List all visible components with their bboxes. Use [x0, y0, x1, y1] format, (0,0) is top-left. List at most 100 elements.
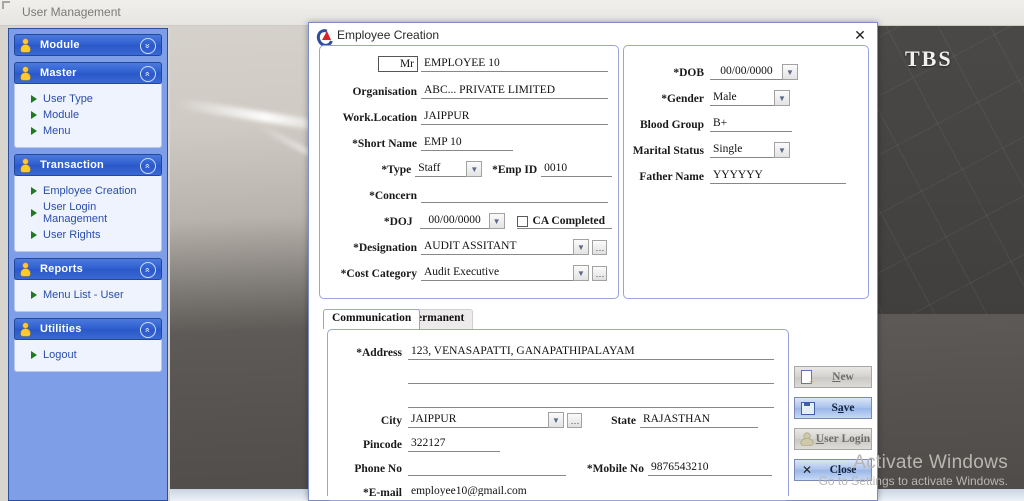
address-line1-input[interactable]: 123, VENASAPATTI, GANAPATHIPALAYAM	[408, 344, 774, 360]
chevron-up-icon[interactable]: «	[140, 322, 156, 338]
bullet-arrow-icon	[31, 127, 37, 135]
father-name-input[interactable]: YYYYYY	[710, 168, 846, 184]
chevron-down-icon[interactable]: ▼	[573, 265, 589, 281]
sidebar-item-label: Module	[43, 109, 80, 121]
cost-category-browse-button[interactable]: ⋯	[592, 266, 607, 281]
tab-communication[interactable]: Communication	[323, 309, 421, 329]
marital-status-label: Marital Status	[632, 145, 704, 157]
field-father-name: Father Name YYYYYY	[624, 166, 864, 184]
organisation-input[interactable]: ABC... PRIVATE LIMITED	[421, 83, 608, 99]
sidebar-item-user-type[interactable]: User Type	[15, 91, 161, 107]
chevron-down-icon[interactable]: ▼	[548, 412, 564, 428]
concern-label: *Concern	[369, 190, 417, 202]
screen: TBS User Management Module » Master « User T…	[0, 0, 1024, 501]
chevron-up-icon[interactable]: «	[140, 262, 156, 278]
designation-select[interactable]: AUDIT ASSITANT	[421, 239, 573, 255]
sidebar-panel-header-transaction[interactable]: Transaction «	[14, 154, 162, 176]
doj-input[interactable]: 00/00/0000	[419, 213, 489, 229]
concern-input[interactable]	[421, 201, 608, 203]
window-corner-marker	[2, 1, 10, 9]
new-button-label: New	[832, 371, 854, 383]
user-login-button-label: User Login	[815, 433, 871, 445]
user-login-button[interactable]: User Login	[794, 428, 872, 450]
address-line3-input[interactable]	[408, 406, 774, 408]
field-concern: *Concern	[320, 185, 612, 203]
ca-completed-checkbox[interactable]	[516, 215, 528, 227]
gender-select[interactable]: Male	[710, 90, 774, 106]
sidebar-item-label: User Rights	[43, 229, 101, 241]
pincode-label: Pincode	[363, 439, 402, 451]
save-button[interactable]: Save	[794, 397, 872, 419]
sidebar-panel-header-module[interactable]: Module »	[14, 34, 162, 56]
sidebar-item-logout[interactable]: Logout	[15, 347, 161, 363]
sidebar-panel-header-master[interactable]: Master «	[14, 62, 162, 84]
calendar-chevron-down-icon[interactable]: ▼	[782, 64, 798, 80]
blood-group-label: Blood Group	[639, 119, 704, 131]
field-designation: *Designation AUDIT ASSITANT ▼ ⋯	[320, 237, 612, 255]
field-type-and-empid: *Type Staff ▼ *Emp ID 0010	[320, 159, 612, 177]
bullet-arrow-icon	[31, 351, 37, 359]
field-short-name: *Short Name EMP 10	[320, 133, 612, 151]
field-marital-status: Marital Status Single ▼	[624, 140, 864, 158]
mobile-input[interactable]: 9876543210	[648, 460, 772, 476]
sidebar-panel-module: Module »	[14, 34, 162, 56]
tbs-logo: TBS	[905, 46, 953, 71]
field-doj: *DOJ 00/00/0000 ▼ CA Completed	[320, 211, 612, 229]
address-label: *Address	[356, 347, 402, 359]
close-icon[interactable]: ✕	[851, 26, 869, 44]
chevron-up-icon[interactable]: «	[140, 158, 156, 174]
app-title: User Management	[22, 5, 121, 19]
pincode-input[interactable]: 322127	[408, 436, 500, 452]
marital-status-select[interactable]: Single	[710, 142, 774, 158]
bullet-arrow-icon	[31, 291, 37, 299]
sidebar-panel-header-utilities[interactable]: Utilities «	[14, 318, 162, 340]
sidebar-item-menu-list-user[interactable]: Menu List - User	[15, 287, 161, 303]
sidebar-item-user-rights[interactable]: User Rights	[15, 227, 161, 243]
emp-id-input[interactable]: 0010	[541, 161, 612, 177]
chevron-down-icon[interactable]: ▼	[573, 239, 589, 255]
blood-group-input[interactable]: B+	[710, 116, 792, 132]
designation-browse-button[interactable]: ⋯	[592, 240, 607, 255]
salutation-input[interactable]: Mr	[378, 56, 418, 72]
short-name-input[interactable]: EMP 10	[421, 135, 513, 151]
type-label: *Type	[381, 164, 412, 176]
new-button[interactable]: New	[794, 366, 872, 388]
address-tabstrip: Communication Permanent	[323, 309, 793, 329]
work-location-input[interactable]: JAIPPUR	[421, 109, 608, 125]
sidebar-item-employee-creation[interactable]: Employee Creation	[15, 183, 161, 199]
chevron-down-icon[interactable]: »	[140, 38, 156, 54]
chevron-up-icon[interactable]: «	[140, 66, 156, 82]
sidebar-item-user-login-management[interactable]: User Login Management	[15, 199, 161, 227]
person-icon	[21, 322, 30, 336]
field-pincode: Pincode 322127	[328, 434, 780, 452]
close-button[interactable]: ✕ Close	[794, 459, 872, 481]
sidebar-panel-body: Logout	[14, 340, 162, 372]
save-button-label: Save	[831, 402, 855, 414]
dob-input[interactable]: 00/00/0000	[710, 64, 782, 80]
city-browse-button[interactable]: ⋯	[567, 413, 582, 428]
phone-input[interactable]	[408, 474, 566, 476]
calendar-chevron-down-icon[interactable]: ▼	[488, 213, 505, 229]
sidebar-item-label: Employee Creation	[43, 185, 137, 197]
person-icon	[21, 38, 30, 52]
address-line2-input[interactable]	[408, 382, 774, 384]
sidebar-item-menu[interactable]: Menu	[15, 123, 161, 139]
chevron-down-icon[interactable]: ▼	[466, 161, 483, 177]
sidebar-item-label: Menu List - User	[43, 289, 124, 301]
city-select[interactable]: JAIPPUR	[408, 412, 548, 428]
person-icon	[21, 158, 30, 172]
sidebar-item-module[interactable]: Module	[15, 107, 161, 123]
sidebar-panel-header-reports[interactable]: Reports «	[14, 258, 162, 280]
bio-details-group: *DOB 00/00/0000 ▼ *Gender Male ▼ Blood G…	[623, 45, 869, 299]
type-select[interactable]: Staff	[415, 161, 467, 177]
state-input[interactable]: RAJASTHAN	[640, 412, 758, 428]
chevron-down-icon[interactable]: ▼	[774, 90, 790, 106]
sidebar-panel-title: Utilities	[40, 323, 82, 335]
field-organisation: Organisation ABC... PRIVATE LIMITED	[320, 81, 612, 99]
bullet-arrow-icon	[31, 111, 37, 119]
cost-category-select[interactable]: Audit Executive	[421, 265, 573, 281]
chevron-down-icon[interactable]: ▼	[774, 142, 790, 158]
employee-name-input[interactable]: EMPLOYEE 10	[421, 56, 608, 72]
gender-label: *Gender	[661, 93, 704, 105]
mobile-label: *Mobile No	[586, 463, 644, 475]
